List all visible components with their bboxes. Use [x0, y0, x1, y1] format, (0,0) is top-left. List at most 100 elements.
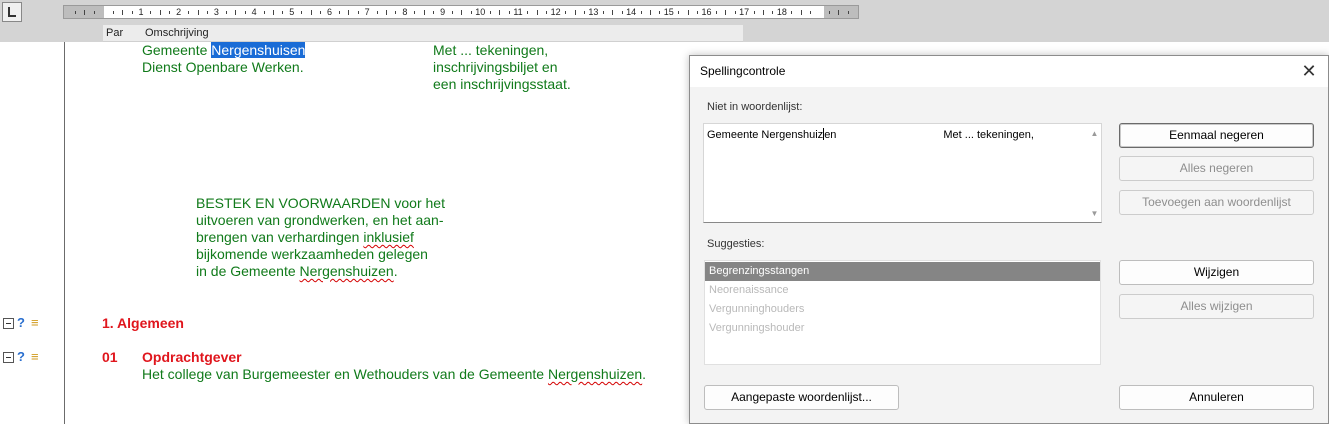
scroll-up-icon[interactable]: ▲ — [1090, 130, 1099, 138]
ruler-number: 1 — [138, 7, 144, 17]
ruler-tick — [93, 11, 95, 14]
ruler-tick — [376, 11, 378, 14]
ruler-tick — [847, 11, 849, 14]
ruler-tick — [838, 10, 840, 15]
ruler-tick — [310, 10, 312, 15]
ruler-tick — [546, 11, 548, 14]
ruler-tick — [395, 11, 397, 14]
ruler-tick — [791, 11, 793, 14]
add-item-icon[interactable]: ≡ — [31, 315, 39, 330]
outline-controls-opdrachtgever: ? ≡ — [3, 349, 49, 365]
dialog-title-bar[interactable]: Spellingcontrole ✕ — [690, 56, 1328, 87]
ruler-tick — [725, 10, 727, 15]
ruler-strip: 1 2 3 4 5 6 7 8 9 10 11 12 13 14 15 16 17 18 Par Omschrij… — [0, 0, 1329, 42]
ruler-tick — [612, 10, 614, 15]
misspelled-word: inklusief — [363, 229, 414, 245]
ruler-tick — [687, 10, 689, 15]
ruler-tick — [715, 11, 717, 14]
ruler-tick — [263, 11, 265, 14]
ruler-tick — [583, 11, 585, 14]
ruler-number: 11 — [513, 7, 523, 17]
document-title: BESTEK EN VOORWAARDEN voor het uitvoeren… — [196, 195, 445, 279]
ruler-number: 16 — [701, 7, 712, 17]
ruler-tick — [235, 10, 237, 15]
misspelled-word: Nergenshuizen — [299, 263, 394, 279]
ruler-tick — [188, 11, 190, 14]
ruler-number: 17 — [739, 7, 750, 17]
suggestion-item[interactable]: Vergunninghouders — [705, 300, 1100, 319]
not-in-dictionary-label: Niet in woordenlijst: — [707, 101, 803, 113]
ruler-tick — [244, 11, 246, 14]
suggestion-item[interactable]: Vergunningshouder — [705, 319, 1100, 338]
ruler-tick — [386, 10, 388, 15]
ruler-tick — [131, 11, 133, 14]
ruler-number: 10 — [475, 7, 486, 17]
section-heading-opdrachtgever: Opdrachtgever — [142, 349, 242, 365]
suggestions-list[interactable]: Begrenzingsstangen Neorenaissance Vergun… — [704, 260, 1101, 365]
horizontal-ruler[interactable]: 1 2 3 4 5 6 7 8 9 10 11 12 13 14 15 16 17 18 — [63, 5, 859, 19]
selected-word: Nergenshuisen — [211, 42, 306, 58]
ruler-number: 4 — [251, 7, 257, 17]
ruler-tick — [84, 10, 86, 15]
insert-paragraph-icon[interactable]: ? — [17, 315, 25, 330]
ruler-tick — [357, 11, 359, 14]
ruler-tick — [829, 11, 831, 14]
custom-dictionary-button[interactable]: Aangepaste woordenlijst... — [704, 385, 899, 410]
ignore-all-button[interactable]: Alles negeren — [1119, 156, 1314, 181]
ignore-once-button[interactable]: Eenmaal negeren — [1119, 123, 1314, 148]
header-address: Gemeente Nergenshuisen Dienst Openbare W… — [142, 42, 306, 75]
ruler-number: 8 — [402, 7, 408, 17]
suggestion-item[interactable]: Neorenaissance — [705, 281, 1100, 300]
ruler-number: 18 — [776, 7, 787, 17]
ruler-tick — [772, 11, 774, 14]
tab-stop-selector[interactable] — [2, 2, 22, 22]
change-button[interactable]: Wijzigen — [1119, 260, 1314, 285]
ruler-tick — [734, 11, 736, 14]
ruler-tick — [225, 11, 227, 14]
ruler-tick — [499, 10, 501, 15]
section-heading-algemeen: 1. Algemeen — [102, 315, 184, 331]
insert-paragraph-icon[interactable]: ? — [17, 349, 25, 364]
outline-controls-algemeen: ? ≡ — [3, 315, 49, 331]
column-header-omschrijving: Omschrijving — [145, 27, 209, 39]
ruler-tick — [461, 10, 463, 15]
ruler-tick — [800, 10, 802, 15]
ruler-number: 6 — [326, 7, 333, 17]
ruler-tick — [649, 10, 651, 15]
ruler-tick — [150, 11, 152, 14]
ruler-tick — [763, 10, 765, 15]
ruler-number: 15 — [663, 7, 674, 17]
ruler-tick — [272, 10, 274, 15]
ruler-tick — [536, 10, 538, 15]
ruler-tick — [197, 10, 199, 15]
ruler-tick — [565, 11, 567, 14]
ruler-tick — [348, 10, 350, 15]
ruler-tick — [697, 11, 699, 14]
collapse-icon[interactable] — [3, 318, 14, 329]
ruler-number: 5 — [289, 7, 295, 17]
ruler-tick — [423, 10, 425, 15]
collapse-icon[interactable] — [3, 352, 14, 363]
change-all-button[interactable]: Alles wijzigen — [1119, 294, 1314, 319]
ruler-tick — [574, 10, 576, 15]
misspelled-word: Nergenshuizen — [547, 366, 643, 382]
close-icon[interactable]: ✕ — [1298, 60, 1320, 82]
ruler-tick — [489, 11, 491, 14]
suggestion-item[interactable]: Begrenzingsstangen — [705, 262, 1100, 281]
ruler-tick — [169, 11, 171, 14]
ruler-tick — [753, 11, 755, 14]
scroll-down-icon[interactable]: ▼ — [1090, 210, 1099, 218]
ruler-tick — [602, 11, 604, 14]
ruler-number: 12 — [550, 7, 561, 17]
not-in-dictionary-field[interactable]: Gemeente Nergenshuizen Met ... tekeninge… — [703, 123, 1102, 223]
cancel-button[interactable]: Annuleren — [1119, 385, 1314, 410]
ruler-number: 14 — [626, 7, 637, 17]
add-to-dictionary-button[interactable]: Toevoegen aan woordenlijst — [1119, 190, 1314, 215]
ruler-tick — [470, 11, 472, 14]
ruler-tick — [659, 11, 661, 14]
ruler-tick — [301, 11, 303, 14]
section-number: 01 — [102, 349, 118, 365]
add-item-icon[interactable]: ≡ — [31, 349, 39, 364]
ruler-tick — [112, 11, 114, 14]
ruler-tick — [433, 11, 435, 14]
